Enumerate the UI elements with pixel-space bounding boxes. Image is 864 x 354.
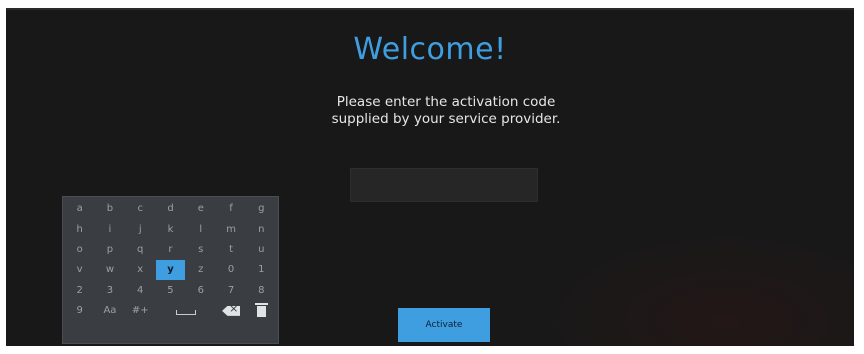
key-b[interactable]: b — [95, 199, 124, 218]
key-p[interactable]: p — [95, 240, 124, 259]
key-c[interactable]: c — [126, 199, 155, 218]
key-u[interactable]: u — [247, 240, 276, 259]
key-y[interactable]: y — [155, 260, 186, 280]
key-backspace[interactable] — [216, 301, 245, 320]
activate-button[interactable]: Activate — [398, 308, 490, 342]
key-clear[interactable] — [247, 301, 276, 320]
key-space[interactable] — [156, 301, 216, 320]
key-z[interactable]: z — [186, 260, 215, 279]
device-frame: Welcome! Please enter the activation cod… — [0, 0, 864, 354]
on-screen-keyboard: abcdefghijklmnopqrstuvwxyz0123456789 Aa … — [62, 196, 279, 344]
key-v[interactable]: v — [65, 260, 94, 279]
welcome-title: Welcome! — [353, 32, 507, 67]
activation-screen: Welcome! Please enter the activation cod… — [6, 8, 854, 346]
key-k[interactable]: k — [156, 219, 185, 238]
key-e[interactable]: e — [186, 199, 215, 218]
key-q[interactable]: q — [126, 240, 155, 259]
key-case-toggle[interactable]: Aa — [95, 301, 124, 320]
key-h[interactable]: h — [65, 219, 94, 238]
space-icon — [175, 310, 196, 316]
background-glow — [534, 226, 854, 346]
key-o[interactable]: o — [65, 240, 94, 259]
key-f[interactable]: f — [216, 199, 245, 218]
key-2[interactable]: 2 — [65, 281, 94, 300]
key-i[interactable]: i — [95, 219, 124, 238]
instruction-text: Please enter the activation code supplie… — [296, 94, 596, 128]
key-7[interactable]: 7 — [216, 281, 245, 300]
key-t[interactable]: t — [216, 240, 245, 259]
key-w[interactable]: w — [95, 260, 124, 279]
key-j[interactable]: j — [126, 219, 155, 238]
key-5[interactable]: 5 — [156, 281, 185, 300]
activation-code-input[interactable] — [350, 168, 538, 202]
key-s[interactable]: s — [186, 240, 215, 259]
key-n[interactable]: n — [247, 219, 276, 238]
key-m[interactable]: m — [216, 219, 245, 238]
key-d[interactable]: d — [156, 199, 185, 218]
instruction-line-1: Please enter the activation code — [336, 94, 556, 110]
key-g[interactable]: g — [247, 199, 276, 218]
key-6[interactable]: 6 — [186, 281, 215, 300]
key-0[interactable]: 0 — [216, 260, 245, 279]
key-x[interactable]: x — [126, 260, 155, 279]
key-a[interactable]: a — [65, 199, 94, 218]
key-symbols-toggle[interactable]: #+ — [126, 301, 155, 320]
key-r[interactable]: r — [156, 240, 185, 259]
key-9[interactable]: 9 — [65, 301, 94, 320]
instruction-line-2: supplied by your service provider. — [331, 111, 561, 127]
trash-icon — [254, 303, 268, 318]
key-8[interactable]: 8 — [247, 281, 276, 300]
key-l[interactable]: l — [186, 219, 215, 238]
key-1[interactable]: 1 — [247, 260, 276, 279]
backspace-icon — [222, 305, 241, 316]
key-3[interactable]: 3 — [95, 281, 124, 300]
key-4[interactable]: 4 — [126, 281, 155, 300]
